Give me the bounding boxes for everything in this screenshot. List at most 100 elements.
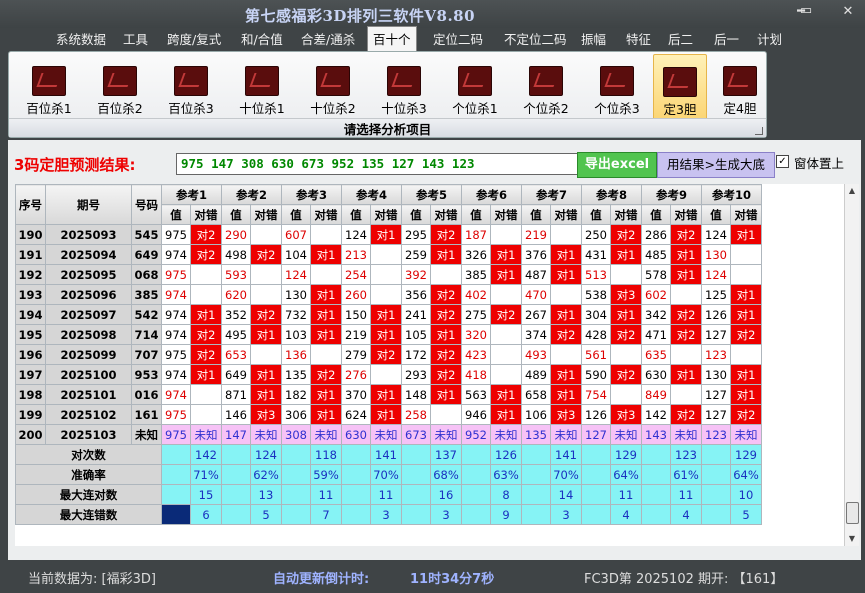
- ref-value-cell: 127: [701, 324, 731, 345]
- toolbar-button[interactable]: 个位杀2: [515, 54, 577, 116]
- stats-value: 124: [250, 444, 282, 465]
- toolbar-button[interactable]: 个位杀3: [586, 54, 648, 116]
- ref-value-cell: 123: [701, 344, 731, 365]
- ref-value-cell: 219: [341, 324, 371, 345]
- chart-icon: [663, 67, 697, 97]
- current-row[interactable]: 200 2025103 未知 975 未知 147 未知 308 未知 630 未知 673 未知 952…: [15, 424, 762, 445]
- toolbar-button[interactable]: 百位杀1: [18, 54, 80, 116]
- menu-item[interactable]: 后一: [714, 29, 739, 48]
- stats-spacer: [641, 464, 671, 485]
- row-seq: 190: [15, 224, 46, 245]
- menu-item[interactable]: 和/合值: [241, 29, 283, 48]
- menu-item[interactable]: 系统数据: [56, 29, 106, 48]
- row-seq: 191: [15, 244, 46, 265]
- ref-match-cell: [670, 284, 702, 305]
- column-header-seq: 序号: [15, 184, 46, 225]
- ref-value-cell: 135: [281, 364, 311, 385]
- stats-value: 16: [430, 484, 462, 505]
- menu-item[interactable]: 特征: [626, 29, 651, 48]
- ref-value-cell: 124: [341, 224, 371, 245]
- ref-value-cell: 635: [641, 344, 671, 365]
- toolbar-button[interactable]: 百位杀3: [160, 54, 222, 116]
- menu-item[interactable]: 跨度/复式: [167, 29, 221, 48]
- vertical-scrollbar[interactable]: ▲ ▼: [844, 184, 859, 546]
- scroll-thumb[interactable]: [846, 502, 859, 524]
- expand-icon[interactable]: [755, 127, 763, 135]
- table-row[interactable]: 191 2025094 649 974 对2 498 对2 104 对1 213 259 对1 326 对…: [15, 244, 762, 265]
- reference-header: 参考8: [581, 184, 642, 205]
- ref-match-cell: 未知: [610, 424, 642, 445]
- toolbar-button[interactable]: 十位杀3: [373, 54, 435, 116]
- toolbar-button[interactable]: 十位杀1: [231, 54, 293, 116]
- toolbar-button[interactable]: 个位杀1: [444, 54, 506, 116]
- ref-match-cell: 对2: [430, 364, 462, 385]
- table-row[interactable]: 190 2025093 545 975 对2 290 607 124 对1 295 对2 187 219…: [15, 224, 762, 245]
- prediction-result-field[interactable]: 975 147 308 630 673 952 135 127 143 123: [176, 153, 580, 175]
- result-panel: 3码定胆预测结果: 975 147 308 630 673 952 135 12…: [8, 140, 861, 560]
- table-row[interactable]: 195 2025098 714 974 对2 495 对1 103 对1 219 对1 105 对1 32…: [15, 324, 762, 345]
- row-period: 2025100: [45, 364, 132, 385]
- ref-value-cell: 602: [641, 284, 671, 305]
- toolbar-button[interactable]: 十位杀2: [302, 54, 364, 116]
- toolbar-button[interactable]: 百位杀2: [89, 54, 151, 116]
- ref-match-cell: [190, 384, 222, 405]
- ref-match-cell: 对3: [250, 404, 282, 425]
- stats-value: 5: [250, 504, 282, 525]
- table-row[interactable]: 194 2025097 542 974 对1 352 对2 732 对1 150 对1 241 对2 27…: [15, 304, 762, 325]
- menu-item[interactable]: 后二: [668, 29, 693, 48]
- ref-value-cell: 470: [521, 284, 551, 305]
- toolbar-button[interactable]: 定3胆: [653, 54, 707, 120]
- ref-value-cell: 974: [161, 284, 191, 305]
- table-row[interactable]: 193 2025096 385 974 620 130 对1 260 356 对2 402 470 53…: [15, 284, 762, 305]
- ref-value-cell: 103: [281, 324, 311, 345]
- stats-value: 129: [610, 444, 642, 465]
- ref-value-cell: 295: [401, 224, 431, 245]
- ref-match-cell: 对2: [190, 244, 222, 265]
- ref-match-cell: [370, 364, 402, 385]
- ref-match-cell: [430, 404, 462, 425]
- ref-match-cell: 对1: [370, 304, 402, 325]
- ref-value-cell: 106: [521, 404, 551, 425]
- chart-icon: [174, 66, 208, 96]
- ref-value-cell: 620: [221, 284, 251, 305]
- menu-item[interactable]: 合差/通杀: [301, 29, 355, 48]
- scroll-up-icon[interactable]: ▲: [845, 184, 859, 198]
- table-row[interactable]: 192 2025095 068 975 593 124 254 392 385 对1 487 对1 51…: [15, 264, 762, 285]
- table-row[interactable]: 198 2025101 016 974 871 对1 182 对1 370 对1 148 对1 563 对…: [15, 384, 762, 405]
- ref-match-cell: 对1: [430, 244, 462, 265]
- row-seq: 199: [15, 404, 46, 425]
- stats-label: 准确率: [15, 464, 162, 485]
- match-header: 对错: [550, 204, 582, 225]
- menu-item[interactable]: 振幅: [581, 29, 606, 48]
- close-icon[interactable]: ✕: [838, 4, 858, 19]
- chart-icon: [32, 66, 66, 96]
- table-row[interactable]: 196 2025099 707 975 对2 653 136 279 对2 172 对2 423 493…: [15, 344, 762, 365]
- maximize-icon[interactable]: ▭: [796, 3, 816, 18]
- generate-base-button[interactable]: 用结果>生成大底: [657, 152, 775, 178]
- ref-value-cell: 136: [281, 344, 311, 365]
- ref-match-cell: [370, 244, 402, 265]
- menu-item[interactable]: 定位二码: [433, 29, 483, 48]
- table-row[interactable]: 197 2025100 953 974 对1 649 对1 135 对2 276 293 对2 418 4…: [15, 364, 762, 385]
- scroll-down-icon[interactable]: ▼: [845, 532, 859, 546]
- ref-value-cell: 352: [221, 304, 251, 325]
- toolbar-button[interactable]: 定4胆: [717, 54, 763, 116]
- ref-value-cell: 485: [641, 244, 671, 265]
- ref-match-cell: 对3: [610, 284, 642, 305]
- table-row[interactable]: 199 2025102 161 975 146 对3 306 对1 624 对1 258 946 对1 1…: [15, 404, 762, 425]
- stats-value: 11: [610, 484, 642, 505]
- row-number: 未知: [131, 424, 162, 445]
- pin-window-checkbox[interactable]: ✓: [776, 155, 789, 168]
- export-excel-button[interactable]: 导出excel: [577, 152, 657, 178]
- menu-item[interactable]: 工具: [123, 29, 148, 48]
- menu-item[interactable]: 计划: [757, 29, 782, 48]
- menu-item[interactable]: 百十个: [367, 26, 417, 52]
- ref-match-cell: 未知: [550, 424, 582, 445]
- ref-match-cell: 对2: [490, 304, 522, 325]
- ref-value-cell: 146: [221, 404, 251, 425]
- stats-value: 141: [550, 444, 582, 465]
- ref-value-cell: 147: [221, 424, 251, 445]
- menu-item[interactable]: 不定位二码: [504, 29, 567, 48]
- ref-match-cell: 对2: [190, 224, 222, 245]
- ref-value-cell: 290: [221, 224, 251, 245]
